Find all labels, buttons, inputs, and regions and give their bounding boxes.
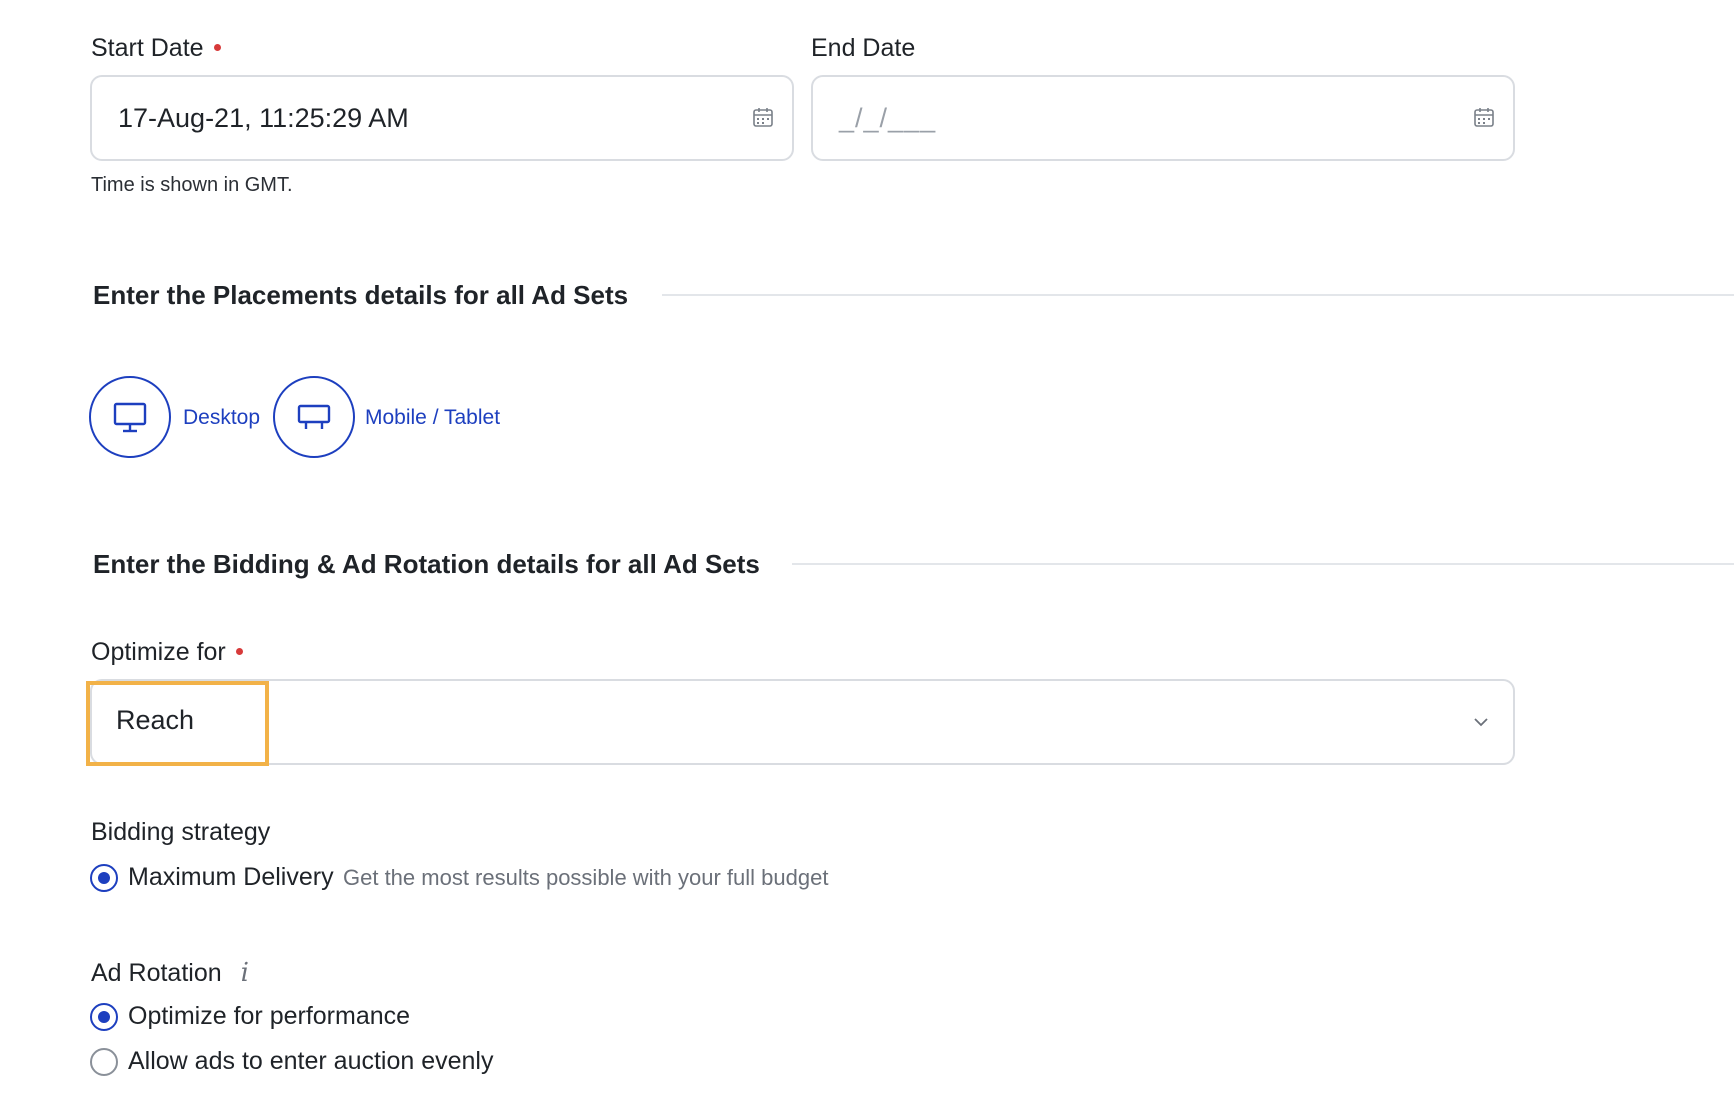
end-date-field[interactable]: _/_/___ bbox=[811, 75, 1515, 161]
mobile-tablet-icon bbox=[297, 404, 331, 429]
focus-highlight bbox=[86, 681, 269, 766]
end-date-label: End Date bbox=[811, 34, 916, 62]
section-divider bbox=[792, 563, 1734, 565]
placement-desktop-label[interactable]: Desktop bbox=[183, 406, 260, 430]
section-divider bbox=[662, 294, 1734, 296]
start-date-value: 17-Aug-21, 11:25:29 AM bbox=[118, 103, 409, 133]
start-date-label: Start Date bbox=[91, 34, 221, 63]
placement-desktop-button[interactable] bbox=[89, 376, 171, 458]
required-indicator bbox=[213, 43, 221, 51]
calendar-icon[interactable] bbox=[752, 106, 774, 128]
optimize-for-performance-label[interactable]: Optimize for performance bbox=[128, 1002, 410, 1031]
start-date-field[interactable]: 17-Aug-21, 11:25:29 AM bbox=[90, 75, 794, 161]
placement-mobile-tablet-label[interactable]: Mobile / Tablet bbox=[365, 406, 500, 430]
optimize-for-select[interactable]: Reach bbox=[90, 679, 1515, 765]
required-indicator bbox=[235, 647, 243, 655]
bidding-section-title: Enter the Bidding & Ad Rotation details … bbox=[93, 549, 760, 579]
ad-rotation-label: Ad Rotation i bbox=[91, 958, 249, 988]
placement-mobile-tablet-button[interactable] bbox=[273, 376, 355, 458]
allow-ads-evenly-label[interactable]: Allow ads to enter auction evenly bbox=[128, 1047, 494, 1076]
calendar-icon[interactable] bbox=[1473, 106, 1495, 128]
info-icon[interactable]: i bbox=[241, 958, 249, 988]
optimize-for-label: Optimize for bbox=[91, 638, 243, 667]
desktop-icon bbox=[113, 402, 147, 433]
bidding-strategy-label: Bidding strategy bbox=[91, 818, 271, 846]
placements-section-title: Enter the Placements details for all Ad … bbox=[93, 280, 629, 310]
chevron-down-icon[interactable] bbox=[1471, 712, 1491, 732]
allow-ads-evenly-radio[interactable] bbox=[90, 1048, 118, 1076]
maximum-delivery-radio[interactable] bbox=[90, 864, 118, 892]
maximum-delivery-description: Get the most results possible with your … bbox=[343, 865, 829, 890]
campaign-form: Start Date 17-Aug-21, 11:25:29 AM Time i… bbox=[0, 0, 1734, 1108]
optimize-for-performance-radio[interactable] bbox=[90, 1003, 118, 1031]
timezone-help-text: Time is shown in GMT. bbox=[91, 174, 293, 196]
maximum-delivery-label[interactable]: Maximum Delivery bbox=[128, 863, 334, 892]
end-date-placeholder: _/_/___ bbox=[839, 103, 937, 133]
